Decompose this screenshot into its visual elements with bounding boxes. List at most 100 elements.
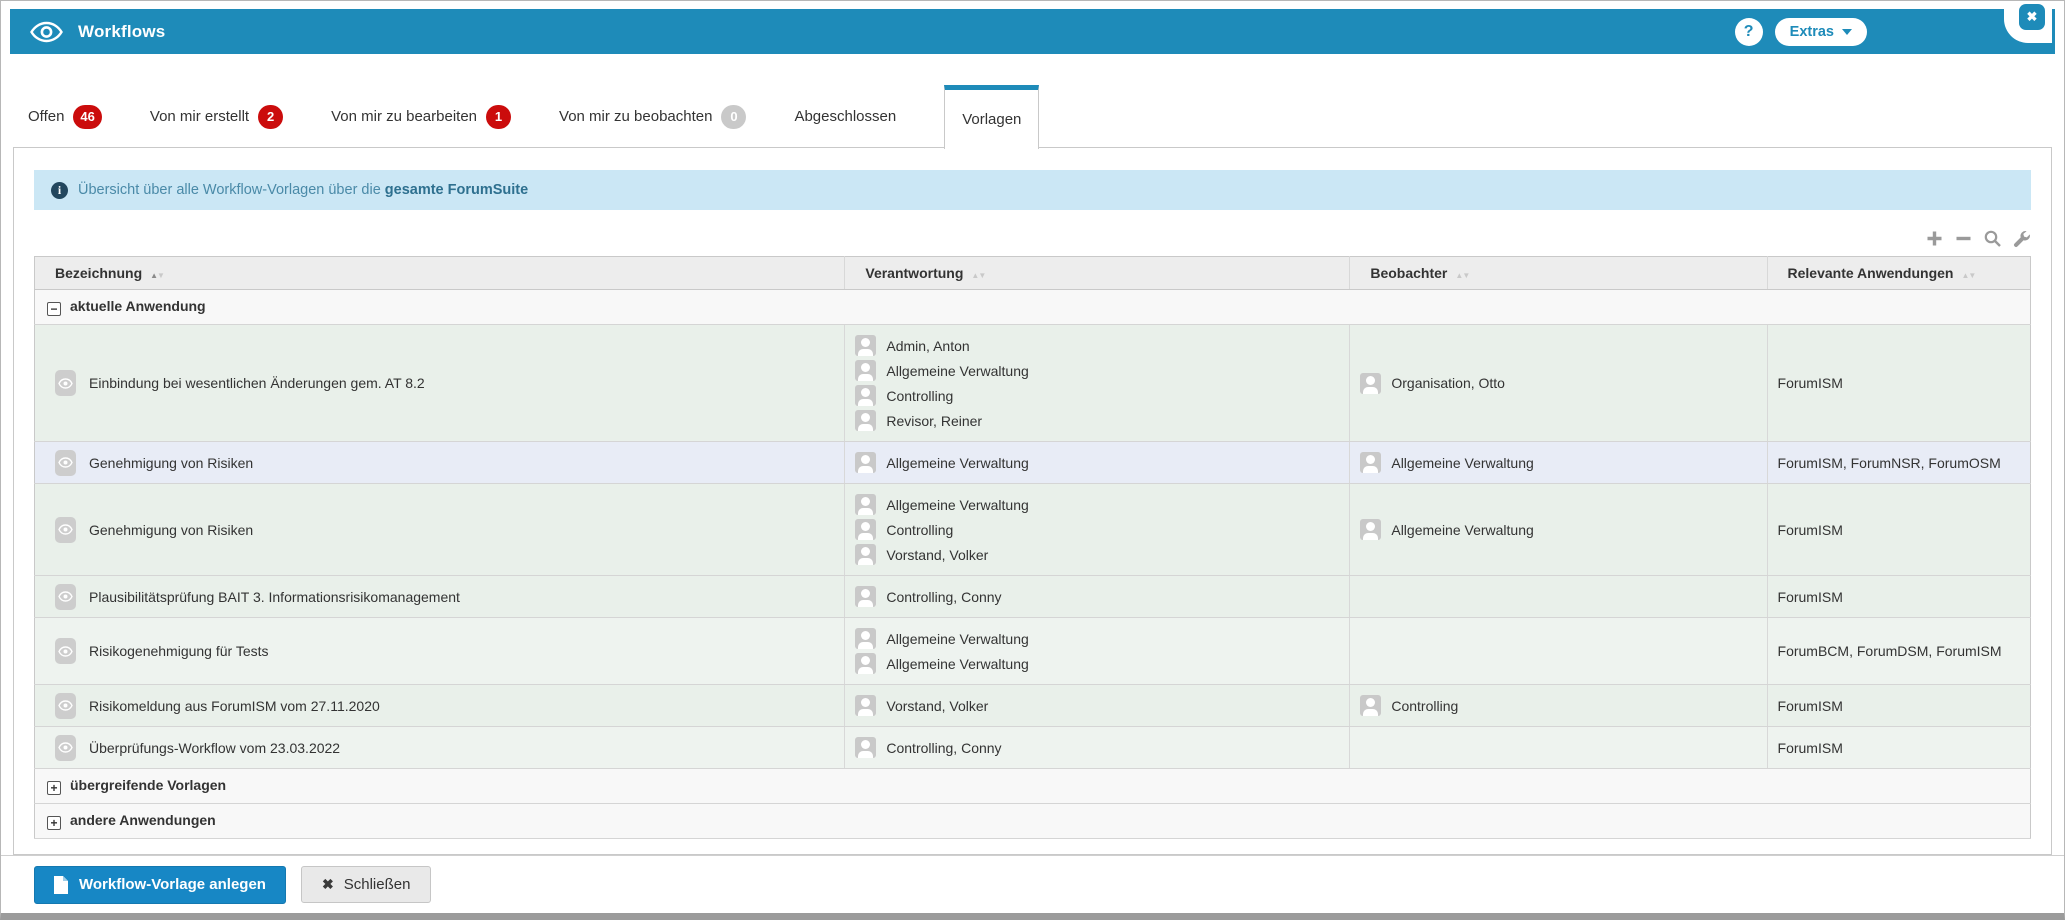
workflow-name: Plausibilitätsprüfung BAIT 3. Informatio… [89,588,460,605]
person-name: Allgemeine Verwaltung [1391,521,1534,538]
workflow-eye-icon [55,734,76,761]
help-button[interactable]: ? [1734,17,1763,46]
info-icon: i [51,181,68,199]
wrench-icon[interactable] [2012,229,2031,248]
person-entry: Allgemeine Verwaltung [855,451,1339,474]
group-row[interactable]: + übergreifende Vorlagen [34,768,2031,804]
tab-label: Abgeschlossen [794,108,897,125]
create-workflow-template-button[interactable]: Workflow-Vorlage anlegen [34,865,286,904]
column-header-bezeichnung[interactable]: Bezeichnung ▲▼ [34,256,846,290]
column-header-beobachter[interactable]: Beobachter ▲▼ [1349,256,1768,290]
tab-badge: 46 [73,104,102,129]
responsible-cell: Allgemeine Verwaltung Allgemeine Verwaltu… [844,617,1351,685]
info-banner-bold-text: gesamte ForumSuite [384,182,529,198]
person-icon [855,695,877,716]
tab-abgeschlossen[interactable]: Abgeschlossen [794,85,896,148]
extras-label: Extras [1789,23,1834,40]
person-icon [855,385,877,406]
column-header-relevante-anwendungen[interactable]: Relevante Anwendungen ▲▼ [1767,256,2031,290]
group-row[interactable]: − aktuelle Anwendung [34,289,2031,325]
column-label: Bezeichnung [55,265,143,281]
tab-offen[interactable]: Offen 46 [28,85,102,148]
person-icon [855,653,877,674]
document-icon [54,875,68,894]
person-icon [1360,372,1382,394]
extras-button[interactable]: Extras [1774,17,1867,46]
column-label: Relevante Anwendungen [1787,265,1954,281]
tab-vorlagen[interactable]: Vorlagen [944,85,1040,149]
table-row[interactable]: Überprüfungs-Workflow vom 23.03.2022 Cont… [34,726,2031,769]
expand-icon[interactable]: + [47,816,61,830]
column-header-verantwortung[interactable]: Verantwortung ▲▼ [844,256,1351,290]
person-icon [855,410,877,431]
table-row[interactable]: Genehmigung von Risiken Allgemeine Verwal… [34,483,2031,576]
workflow-name: Einbindung bei wesentlichen Änderungen g… [89,375,425,391]
content-panel: i Übersicht über alle Workflow-Vorlagen … [13,147,2052,855]
chevron-down-icon [1842,28,1852,35]
person-entry: Admin, Anton [855,334,1339,357]
table-toolbar [34,228,2031,248]
person-entry: Allgemeine Verwaltung [1360,451,1756,474]
close-button-label: Schließen [343,876,411,893]
sort-arrows-icon: ▲▼ [1455,271,1470,280]
search-icon[interactable] [1983,229,2002,248]
person-name: Allgemeine Verwaltung [886,454,1029,471]
observers-cell: Controlling [1349,684,1768,727]
group-label: übergreifende Vorlagen [70,777,227,793]
table-row[interactable]: Risikogenehmigung für Tests Allgemeine Ve… [34,617,2031,685]
observers-cell: Allgemeine Verwaltung [1349,483,1768,576]
person-icon [855,544,877,565]
close-icon[interactable]: ✖ [2019,4,2045,30]
person-icon [855,494,877,515]
person-name: Allgemeine Verwaltung [886,655,1029,672]
tab-von-mir-zu-bearbeiten[interactable]: Von mir zu bearbeiten 1 [331,85,512,148]
person-entry: Allgemeine Verwaltung [855,652,1339,675]
person-entry: Revisor, Reiner [855,409,1339,432]
person-icon [855,737,877,758]
workflow-eye-icon [55,370,76,396]
person-icon [855,519,877,540]
tab-von-mir-erstellt[interactable]: Von mir erstellt 2 [150,85,284,148]
workflow-eye-icon [55,692,76,719]
info-banner-text: Übersicht über alle Workflow-Vorlagen üb… [78,182,381,198]
person-name: Controlling, Conny [886,588,1002,605]
minus-icon[interactable] [1954,229,1973,248]
plus-icon[interactable] [1925,229,1944,248]
sort-arrows-icon: ▲▼ [1961,271,1976,280]
footer-bar: Workflow-Vorlage anlegen ✖ Schließen [1,855,2064,913]
workflow-eye-icon [55,583,76,610]
applications-cell: ForumISM [1767,575,2031,618]
table-body: − aktuelle Anwendung Einbindung bei wesent… [34,289,2031,839]
responsible-cell: Allgemeine Verwaltung [844,441,1351,484]
applications-cell: ForumISM [1767,726,2031,769]
person-name: Admin, Anton [886,337,970,354]
person-name: Allgemeine Verwaltung [886,496,1029,513]
applications-cell: ForumBCM, ForumDSM, ForumISM [1767,617,2031,685]
table-row[interactable]: Einbindung bei wesentlichen Änderungen g… [34,324,2031,442]
table-row[interactable]: Genehmigung von Risiken Allgemeine Verwal… [34,441,2031,484]
person-name: Controlling [1391,697,1459,714]
responsible-cell: Vorstand, Volker [844,684,1351,727]
window-close-tab: ✖ [2004,1,2052,43]
table-row[interactable]: Plausibilitätsprüfung BAIT 3. Informatio… [34,575,2031,618]
group-row[interactable]: + andere Anwendungen [34,803,2031,839]
applications-cell: ForumISM [1767,324,2031,442]
person-icon [855,586,877,607]
table-row[interactable]: Risikomeldung aus ForumISM vom 27.11.202… [34,684,2031,727]
column-label: Beobachter [1370,265,1448,281]
close-button[interactable]: ✖ Schließen [300,866,432,903]
person-name: Controlling, Conny [886,739,1002,756]
collapse-icon[interactable]: − [47,302,61,316]
person-name: Vorstand, Volker [886,546,989,563]
tab-strip: Offen 46 Von mir erstellt 2 Von mir zu bearb… [13,85,2052,149]
person-entry: Controlling [855,518,1339,541]
person-icon [855,335,877,356]
person-icon [1360,452,1382,473]
person-entry: Controlling, Conny [855,736,1339,759]
person-name: Organisation, Otto [1391,375,1505,391]
sort-arrows-icon: ▲▼ [150,271,165,280]
person-name: Vorstand, Volker [886,697,989,714]
tab-von-mir-zu-beobachten[interactable]: Von mir zu beobachten 0 [559,85,747,148]
expand-icon[interactable]: + [47,781,61,795]
responsible-cell: Allgemeine Verwaltung Controlling Vorstand… [844,483,1351,576]
